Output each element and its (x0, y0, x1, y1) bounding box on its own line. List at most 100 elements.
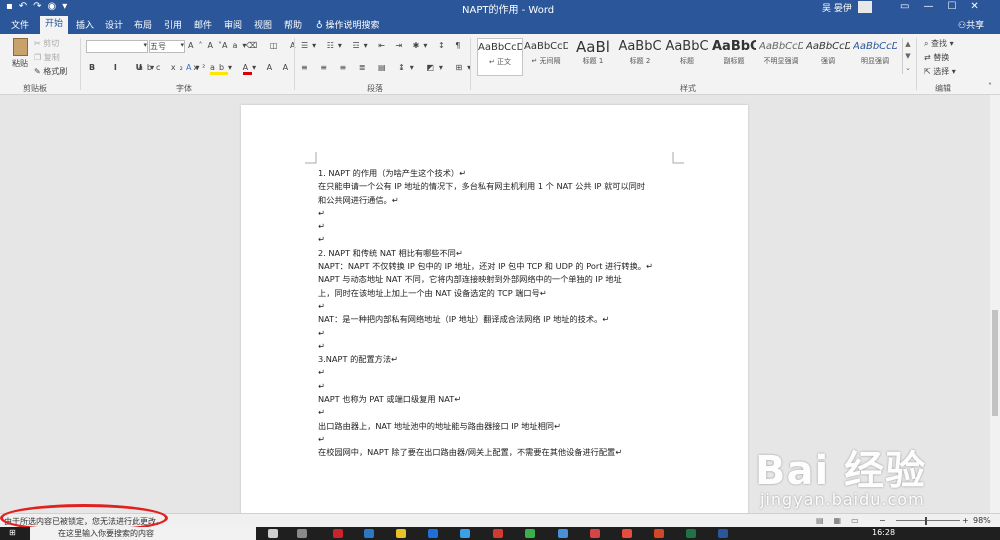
style-subtitle[interactable]: AaBbC 副标题 (712, 38, 756, 74)
styles-gallery-scroll[interactable]: ▲ ▼ ⌄ (902, 38, 913, 74)
font-size-select[interactable]: 五号 ▾ (149, 40, 185, 53)
avatar[interactable] (858, 1, 872, 13)
document-line[interactable]: 上，同时在该地址上加上一个由 NAT 设备选定的 TCP 端口号↵ (318, 287, 678, 300)
format-painter-button[interactable]: ✎ 格式刷 (34, 66, 67, 77)
replace-button[interactable]: ⇄ 替换 (924, 52, 949, 63)
style-title[interactable]: AaBbC 标题 (665, 38, 709, 74)
document-line[interactable]: 在校园网中，NAPT 除了要在出口路由器/网关上配置，不需要在其他设备进行配置↵ (318, 446, 678, 459)
document-line[interactable]: ↵ (318, 366, 678, 379)
document-line[interactable]: 出口路由器上，NAT 地址池中的地址能与路由器接口 IP 地址相同↵ (318, 420, 678, 433)
cut-button[interactable]: ✂ 剪切 (34, 38, 59, 49)
document-line[interactable]: 3.NAPT 的配置方法↵ (318, 353, 678, 366)
app-icon[interactable] (558, 529, 568, 538)
style-name: 不明显强调 (763, 57, 799, 65)
paste-button[interactable]: 粘贴 (9, 38, 31, 69)
text-effects-buttons[interactable]: A▾ ab▾ A▾ A A (186, 63, 292, 75)
app-icon[interactable] (333, 529, 343, 538)
font-size-value: 五号 (150, 42, 166, 51)
copy-icon: ❐ (34, 53, 44, 62)
list-buttons[interactable]: ☰▾ ☷▾ ☲▾ ⇤ ⇥ ✱▾ ↕ ¶ (301, 41, 464, 50)
tab-file[interactable]: 文件 (11, 18, 29, 31)
document-line[interactable]: ↵ (318, 327, 678, 340)
view-mode-buttons[interactable]: ▤▦▭ (816, 516, 869, 525)
search-placeholder: 在这里输入你要搜索的内容 (58, 529, 154, 538)
powerpoint-icon[interactable] (654, 529, 664, 538)
windows-start-icon[interactable]: ⊞ (9, 528, 16, 537)
zoom-slider-thumb[interactable] (925, 517, 927, 525)
document-line[interactable]: 2. NAPT 和传统 NAT 相比有哪些不同↵ (318, 247, 678, 260)
style-emphasis[interactable]: AaBbCcDc 强调 (806, 38, 850, 74)
app-icon[interactable] (396, 529, 406, 538)
copy-label: 复制 (43, 53, 60, 62)
tab-references[interactable]: 引用 (164, 18, 182, 31)
title-bar: ▪↶↷◉▾ NAPT的作用 - Word 吴 晏伊 ▭—☐✕ (0, 0, 1000, 16)
app-icon[interactable] (622, 529, 632, 538)
document-line[interactable]: 在只能申请一个公有 IP 地址的情况下，多台私有网主机利用 1 个 NAT 公共… (318, 180, 678, 193)
quick-access-icons[interactable]: ▪↶↷◉▾ (6, 1, 73, 12)
style-heading-2[interactable]: AaBbC 标题 2 (618, 38, 662, 74)
tab-mailings[interactable]: 邮件 (194, 18, 212, 31)
find-button[interactable]: ⌕ 查找 ▾ (924, 38, 954, 49)
document-line[interactable]: NAPT 与动态地址 NAT 不同，它将内部连接映射到外部网络中的一个单独的 I… (318, 273, 678, 286)
microphone-icon[interactable] (268, 529, 278, 538)
zoom-slider[interactable] (896, 520, 960, 521)
document-line[interactable]: NAT：是一种把内部私有网络地址（IP 地址）翻译成合法网络 IP 地址的技术。… (318, 313, 678, 326)
select-button[interactable]: ⇱ 选择 ▾ (924, 66, 956, 77)
tab-insert[interactable]: 插入 (76, 18, 94, 31)
document-line[interactable]: 1. NAPT 的作用（为啥产生这个技术）↵ (318, 167, 678, 180)
alignment-buttons[interactable]: ≡ ≡ ≡ ≣ ▤ ↨▾ ◩▾ ⊞▾ (301, 63, 476, 72)
document-line[interactable]: ↵ (318, 233, 678, 246)
document-line[interactable]: ↵ (318, 207, 678, 220)
document-line[interactable]: NAPT 也称为 PAT 或端口级复用 NAT↵ (318, 393, 678, 406)
task-view-icon[interactable] (297, 529, 307, 538)
app-icon[interactable] (460, 529, 470, 538)
vertical-scrollbar[interactable] (990, 95, 1000, 513)
style-preview: AaBbC (665, 39, 709, 54)
document-line[interactable]: ↵ (318, 433, 678, 446)
zoom-level[interactable]: 98% (973, 516, 991, 525)
taskbar-clock[interactable]: 16:28 (872, 528, 895, 537)
user-name[interactable]: 吴 晏伊 (822, 1, 852, 14)
scrollbar-thumb[interactable] (992, 310, 998, 416)
style-subtle-emphasis[interactable]: AaBbCcDc 不明显强调 (759, 38, 803, 74)
style-no-spacing[interactable]: AaBbCcDc ↵ 无间隔 (524, 38, 568, 74)
zoom-out-button[interactable]: − (879, 516, 886, 525)
style-preview: AaBbC (712, 39, 756, 54)
style-intense-emphasis[interactable]: AaBbCcDc 明显强调 (853, 38, 897, 74)
copy-button[interactable]: ❐ 复制 (34, 52, 60, 63)
app-icon[interactable] (525, 529, 535, 538)
tab-review[interactable]: 审阅 (224, 18, 242, 31)
taskbar-search[interactable]: 在这里输入你要搜索的内容 (30, 527, 256, 540)
document-line[interactable]: NAPT：NAPT 不仅转换 IP 包中的 IP 地址，还对 IP 包中 TCP… (318, 260, 678, 273)
tab-view[interactable]: 视图 (254, 18, 272, 31)
tab-design[interactable]: 设计 (105, 18, 123, 31)
document-line[interactable]: ↵ (318, 340, 678, 353)
style-name: 标题 1 (582, 57, 604, 65)
font-name-select[interactable]: ▾ (86, 40, 148, 53)
document-line[interactable]: ↵ (318, 220, 678, 233)
document-page[interactable]: 1. NAPT 的作用（为啥产生这个技术）↵ 在只能申请一个公有 IP 地址的情况… (241, 105, 748, 525)
document-line[interactable]: ↵ (318, 406, 678, 419)
document-line[interactable]: 和公共网进行通信。↵ (318, 194, 678, 207)
style-heading-1[interactable]: AaBl 标题 1 (571, 38, 615, 74)
window-controls[interactable]: ▭—☐✕ (900, 1, 993, 12)
document-body[interactable]: 1. NAPT 的作用（为啥产生这个技术）↵ 在只能申请一个公有 IP 地址的情况… (318, 167, 678, 460)
tab-layout[interactable]: 布局 (134, 18, 152, 31)
excel-icon[interactable] (686, 529, 696, 538)
style-preview: AaBbCcDc (853, 41, 897, 52)
app-icon[interactable] (590, 529, 600, 538)
app-icon[interactable] (428, 529, 438, 538)
share-button[interactable]: ⚇共享 (958, 18, 984, 31)
style-normal[interactable]: AaBbCcDc ↵ 正文 (477, 38, 523, 76)
document-line[interactable]: ↵ (318, 380, 678, 393)
clear-format-buttons[interactable]: ⌫ ◫ A (246, 41, 300, 50)
tell-me-search[interactable]: ♁ 操作说明搜索 (316, 18, 379, 31)
tab-home[interactable]: 开始 (40, 16, 69, 34)
tab-help[interactable]: 帮助 (284, 18, 302, 31)
zoom-in-button[interactable]: + (962, 516, 969, 525)
app-icon[interactable] (364, 529, 374, 538)
word-icon[interactable] (718, 529, 728, 538)
app-icon[interactable] (493, 529, 503, 538)
document-line[interactable]: ↵ (318, 300, 678, 313)
collapse-ribbon-icon[interactable]: ˄ (988, 82, 992, 91)
